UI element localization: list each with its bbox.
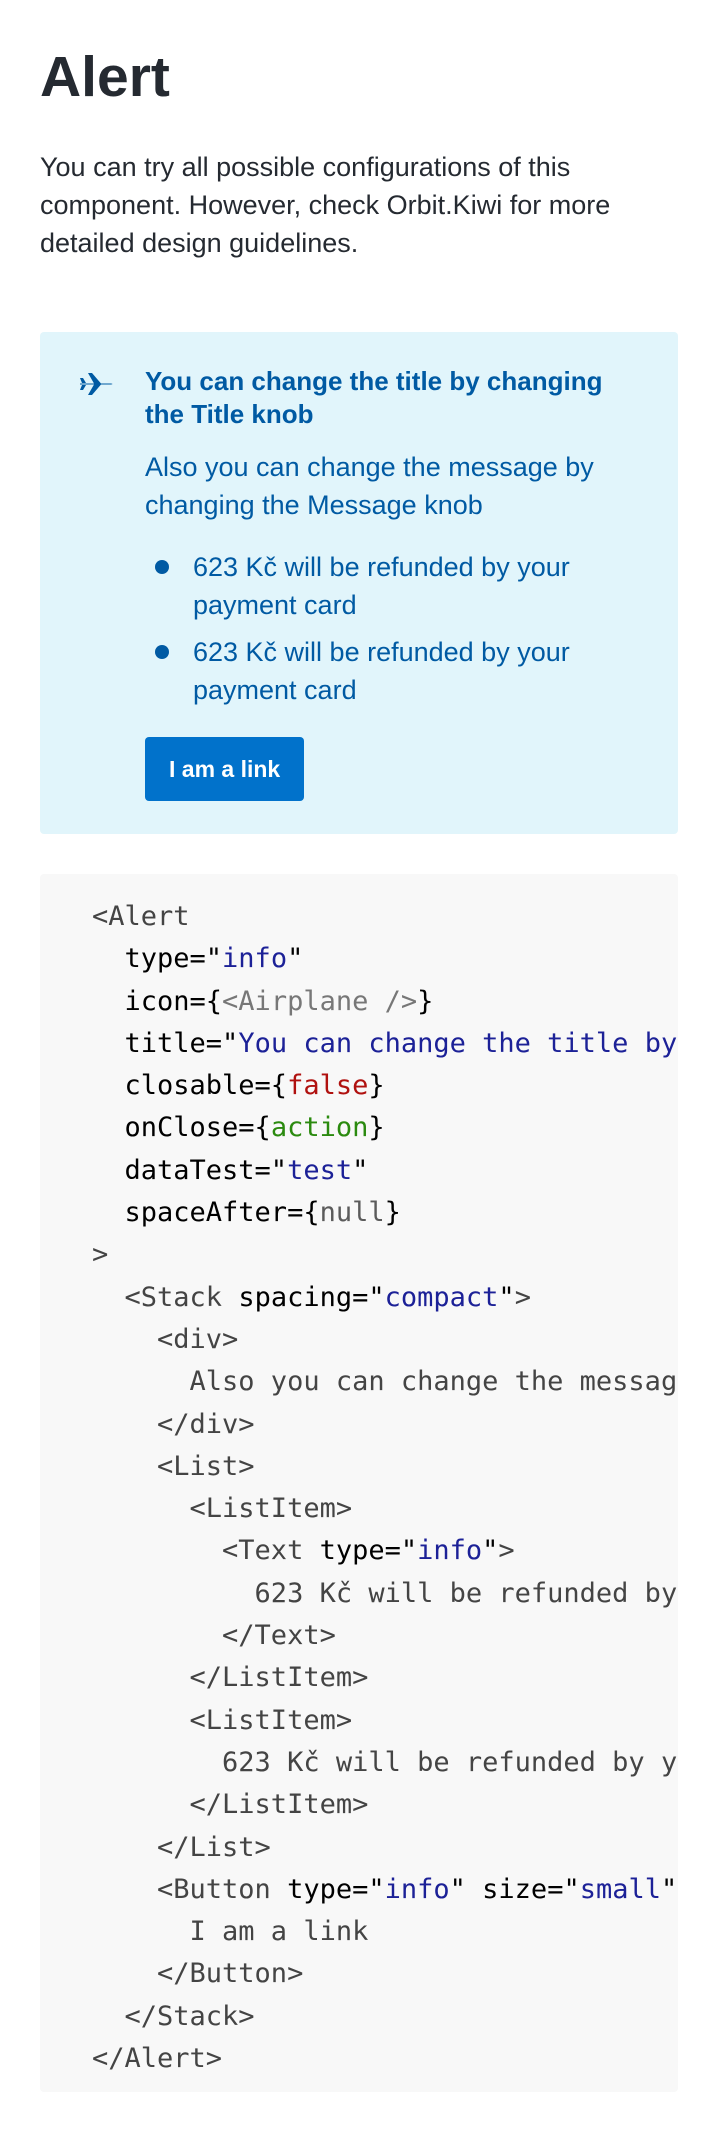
code-token: small [579, 1873, 661, 1905]
code-line: </ListItem> [92, 1784, 678, 1826]
code-token: } [417, 985, 434, 1017]
code-token: } [368, 1112, 385, 1144]
code-token: <Alert [92, 901, 190, 932]
bullet-icon [155, 560, 169, 574]
alert-title: You can change the title by changing the… [145, 366, 603, 429]
code-token: </Button> [92, 1958, 304, 1990]
code-token: I am a link [92, 1916, 369, 1948]
code-line: <Stack spacing="compact"> [92, 1277, 678, 1319]
code-line: type="info" [92, 938, 678, 980]
code-token: " [660, 1873, 678, 1905]
code-token: type=" [92, 943, 223, 975]
code-line: </ListItem> [92, 1657, 678, 1699]
link-button[interactable]: I am a link [145, 737, 305, 801]
code-token: <ListItem> [92, 1493, 353, 1525]
code-token: <div> [92, 1323, 239, 1355]
alert-content: You can change the title by changing the… [145, 365, 618, 801]
code-token: " size=" [449, 1873, 580, 1905]
code-line: icon={<Airplane />} [92, 981, 678, 1023]
code-line: > [92, 1234, 678, 1276]
code-token: icon={ [92, 985, 223, 1017]
code-token: > [92, 1239, 109, 1271]
code-token: null [319, 1197, 385, 1229]
code-token: </List> [92, 1831, 271, 1863]
code-line: 623 Kč will be refunded by your payment … [92, 1742, 678, 1784]
code-line: <Alert [92, 896, 678, 938]
code-line: closable={false} [92, 1065, 678, 1107]
code-token: <Text [92, 1535, 320, 1567]
code-token: </div> [92, 1408, 255, 1440]
alert-message: Also you can change the message by chang… [145, 452, 594, 520]
code-line: <List> [92, 1446, 678, 1488]
code-token: > [514, 1281, 531, 1313]
code-token: onClose={ [92, 1112, 271, 1144]
code-token: action [270, 1112, 369, 1144]
code-token: 623 Kč will be refunded by your payment … [254, 1577, 678, 1609]
code-line: dataTest="test" [92, 1150, 678, 1192]
code-token: type=" [287, 1873, 385, 1905]
code-line: </Button> [92, 1953, 678, 1995]
code-token: Also you can change the message by chang… [189, 1366, 678, 1398]
airplane-icon [78, 370, 116, 398]
code-line: <ListItem> [92, 1700, 678, 1742]
list-item: 623 Kč will be refunded by your payment … [145, 633, 618, 709]
code-token: type=" [319, 1535, 418, 1567]
code-token: spaceAfter={ [92, 1197, 320, 1229]
code-line: </Alert> [92, 2038, 678, 2080]
code-token: title=" [92, 1027, 239, 1059]
code-token: closable={ [92, 1070, 288, 1102]
code-token: </ListItem> [92, 1662, 369, 1694]
code-token: > [498, 1535, 515, 1567]
code-token: info [222, 943, 288, 975]
code-line: onClose={action} [92, 1107, 678, 1149]
code-token: <ListItem> [92, 1704, 353, 1736]
code-line: Also you can change the message by chang… [92, 1361, 678, 1403]
bullet-icon [155, 645, 169, 659]
code-token: <List> [92, 1450, 255, 1482]
code-token: test [287, 1154, 353, 1186]
code-token: } [384, 1197, 401, 1229]
code-token: </Text> [92, 1620, 336, 1652]
code-line: <ListItem> [92, 1488, 678, 1530]
list-item: 623 Kč will be refunded by your payment … [145, 548, 618, 624]
code-token: " [498, 1281, 515, 1313]
code-line: <Text type="info"> [92, 1530, 678, 1572]
code-token: info [417, 1535, 483, 1567]
code-token: </Stack> [92, 2000, 255, 2032]
code-line: <Button type="info" size="small" [92, 1869, 678, 1911]
code-token: </ListItem> [92, 1789, 369, 1821]
code-token: " [352, 1154, 369, 1186]
code-token: " [287, 943, 304, 975]
code-line: title="You can change the title by chang… [92, 1023, 678, 1065]
list-item-text: 623 Kč will be refunded by your payment … [193, 552, 570, 620]
code-token: <Stack [92, 1281, 239, 1313]
code-line: spaceAfter={null} [92, 1192, 678, 1234]
code-line: </div> [92, 1404, 678, 1446]
code-line: </Text> [92, 1615, 678, 1657]
page-title: Alert [40, 45, 170, 109]
list-item-text: 623 Kč will be refunded by your payment … [193, 637, 570, 705]
page: Alert You can try all possible configura… [0, 0, 718, 2092]
code-token: " [482, 1535, 499, 1567]
code-token: spacing=" [238, 1281, 385, 1313]
code-token: 623 Kč will be refunded by your payment … [222, 1746, 678, 1778]
code-line: </List> [92, 1827, 678, 1869]
code-line: I am a link [92, 1911, 678, 1953]
code-line: </Stack> [92, 1996, 678, 2038]
code-token: compact [384, 1281, 499, 1313]
code-token: } [368, 1070, 385, 1102]
code-line: 623 Kč will be refunded by your payment … [92, 1573, 678, 1615]
alert-list: 623 Kč will be refunded by your payment … [145, 548, 618, 709]
code-token: You can change the title by changing the… [238, 1027, 678, 1059]
code-snippet: <Alert type="info" icon={<Airplane />} t… [40, 874, 678, 2092]
code-token: <Button [92, 1873, 288, 1905]
code-token: false [287, 1070, 369, 1102]
code-token: <Airplane /> [222, 985, 418, 1017]
code-token: </Alert> [92, 2043, 223, 2075]
alert-info: You can change the title by changing the… [40, 332, 678, 834]
code-token: dataTest=" [92, 1154, 288, 1186]
code-token: info [384, 1873, 450, 1905]
page-intro: You can try all possible configurations … [40, 152, 611, 258]
code-line: <div> [92, 1319, 678, 1361]
